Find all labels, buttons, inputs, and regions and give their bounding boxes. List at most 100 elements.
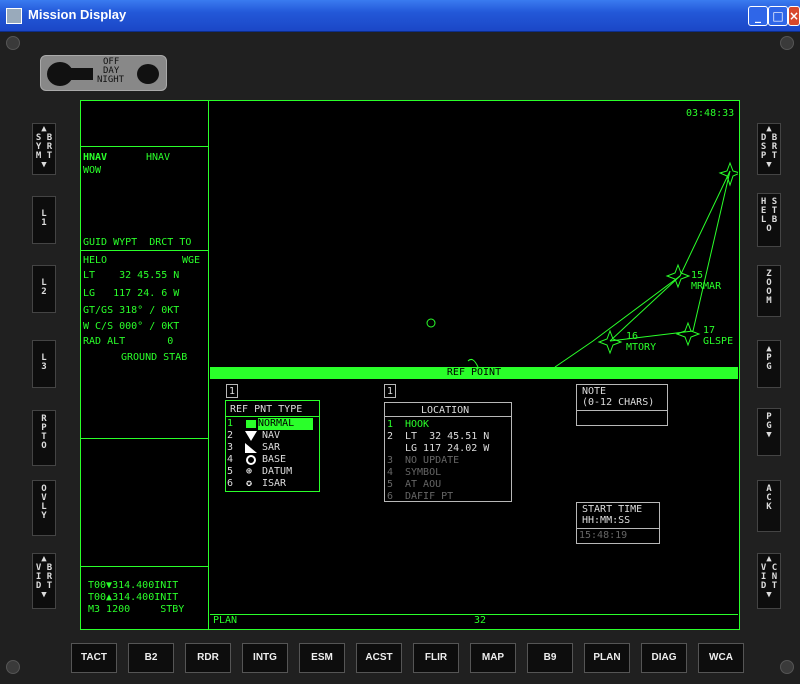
panel-divider [80,250,208,251]
ovly-button[interactable]: OVLY [32,480,56,536]
type-label: ISAR [262,478,287,489]
loc-label: SYMBOL [405,467,442,478]
datum-symbol-icon: ⊕ [246,466,253,477]
radar-alt-readout: RAD ALT 0 [83,336,174,347]
wow-label: WOW [83,165,102,176]
type-label: SAR [262,442,281,453]
type-number: 1 [227,418,234,429]
app-icon [6,8,22,24]
waypoint-symbol [675,321,701,347]
wge-label: WGE [182,255,201,266]
window-title: Mission Display [28,7,127,22]
contact-marker [426,318,436,328]
base-symbol-icon [246,455,256,465]
panel-divider [80,566,208,567]
symbol-button[interactable]: ▲ S BY RM T ▼ [32,123,56,175]
loc-label: LT 32 45.51 N [405,431,490,442]
loc-label: LG 117 24.02 W [405,443,490,454]
switch-lever [67,68,93,80]
acst-button[interactable]: ACST [356,643,402,673]
ownship-marker [467,359,479,367]
loc-label: AT AOU [405,479,442,490]
latitude-readout: LT 32 45.55 N [83,270,180,281]
loc-number: 1 [387,419,394,430]
panel-divider [80,146,208,147]
brightness-switch[interactable]: OFF DAY NIGHT [40,55,167,91]
loc-number: 2 [387,431,394,442]
type-number: 4 [227,454,234,465]
loc-number: 5 [387,479,394,490]
guid-header: GUID WYPT DRCT TO [83,237,192,248]
ref-point-title: REF POINT [210,367,738,379]
note-divider [576,410,668,411]
intg-button[interactable]: INTG [242,643,288,673]
hnav-mode: HNAV [146,152,171,163]
mode-status: PLAN [213,615,238,626]
dbsrpt-button[interactable]: ▲ D BS RP T ▼ [757,123,781,175]
wind-readout: W C/S 000° / 0KT [83,321,180,332]
switch-knob-right [137,64,159,84]
rdr-button[interactable]: RDR [185,643,231,673]
map-button[interactable]: MAP [470,643,516,673]
flir-button[interactable]: FLIR [413,643,459,673]
loc-label: NO UPDATE [405,455,460,466]
waypoint-16-name: MTORY [626,342,657,353]
start-time-value: 15:48:19 [579,530,628,541]
bezel-screw [6,660,20,674]
bezel-screw [780,660,794,674]
rpto-button[interactable]: RPTO [32,410,56,466]
type-label: NAV [262,430,281,441]
loc-label: HOOK [405,419,430,430]
location-page-number: 1 [387,386,394,397]
normal-symbol-icon [245,419,257,429]
pg-up-button[interactable]: ▲ P G [757,340,781,388]
note-subtitle: (0-12 CHARS) [582,397,655,408]
left-panel-divider [208,100,209,630]
loc-number: 4 [387,467,394,478]
l1-button[interactable]: L1 [32,196,56,244]
diag-button[interactable]: DIAG [641,643,687,673]
type-label: NORMAL [258,418,313,430]
type-label: BASE [262,454,287,465]
waypoint-15-name: MRMAR [691,281,722,292]
hset-lbo-button[interactable]: H SE TL BO [757,193,781,247]
maximize-button[interactable]: □ [768,6,788,26]
vbird-button[interactable]: ▲ V BI RD T ▼ [32,553,56,609]
mission-display-window: Mission Display _ □ × OFF DAY NIGHT ▲ S B… [0,0,800,684]
plan-button[interactable]: PLAN [584,643,630,673]
ground-stab-label: GROUND STAB [121,352,188,363]
title-bar: Mission Display _ □ × [0,0,800,32]
esm-button[interactable]: ESM [299,643,345,673]
longitude-readout: LG 117 24. 6 W [83,288,180,299]
bezel-screw [6,36,20,50]
wca-button[interactable]: WCA [698,643,744,673]
waypoint-17-name: GLSPE [703,336,734,347]
zoom-button[interactable]: ZOOM [757,265,781,317]
isar-symbol-icon: ✪ [246,478,253,489]
menu-divider [384,416,512,417]
type-number: 3 [227,442,234,453]
type-page-number: 1 [229,386,236,397]
tactical-map[interactable] [210,101,738,367]
type-number: 5 [227,466,234,477]
l2-button[interactable]: L2 [32,265,56,313]
b2-button[interactable]: B2 [128,643,174,673]
ref-point-type-title: REF PNT TYPE [230,404,303,415]
minimize-button[interactable]: _ [748,6,768,26]
start-time-divider [576,528,660,529]
l3-button[interactable]: L3 [32,340,56,388]
type-number: 6 [227,478,234,489]
close-button[interactable]: × [788,6,800,26]
loc-number: 6 [387,491,394,502]
switch-label-night: NIGHT [97,75,125,85]
ack-button[interactable]: ACK [757,480,781,532]
pg-down-button[interactable]: P G ▼ [757,408,781,456]
panel-divider [80,438,208,439]
vcind-button[interactable]: ▲ V CI ND T ▼ [757,553,781,609]
tact-button[interactable]: TACT [71,643,117,673]
page-status: 32 [474,615,487,626]
b9-button[interactable]: B9 [527,643,573,673]
loc-number: 3 [387,455,394,466]
route-line [609,275,681,342]
menu-divider [225,416,320,417]
